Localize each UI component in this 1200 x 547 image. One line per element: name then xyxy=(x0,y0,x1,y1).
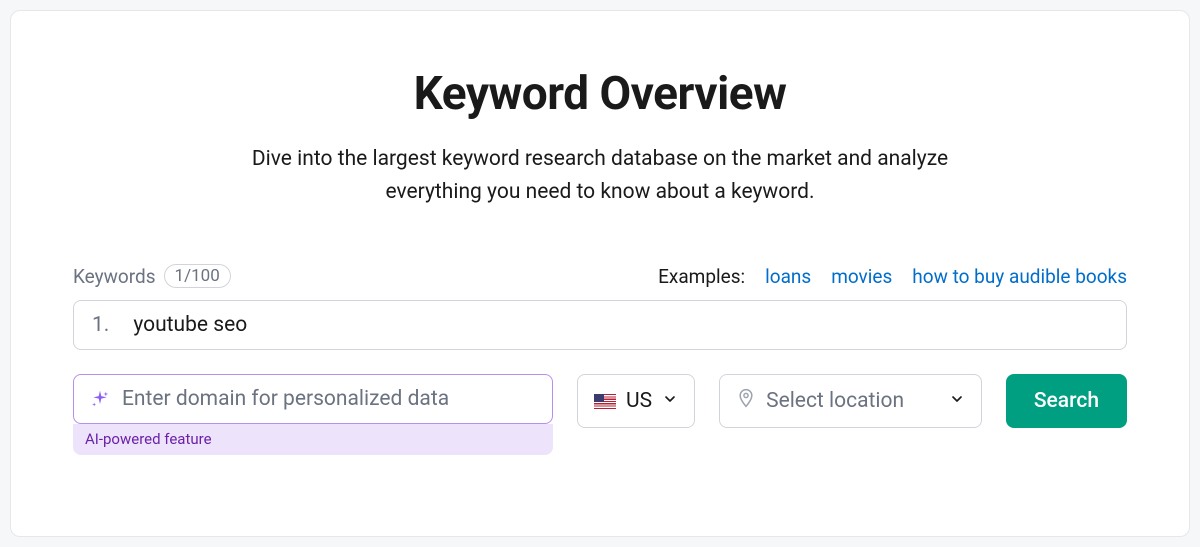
search-button[interactable]: Search xyxy=(1006,374,1127,428)
location-placeholder: Select location xyxy=(766,389,904,413)
domain-block: AI-powered feature xyxy=(73,374,553,455)
controls-row: AI-powered feature US Select location Se… xyxy=(73,374,1127,455)
us-flag-icon xyxy=(594,394,616,409)
ai-feature-caption: AI-powered feature xyxy=(73,424,553,455)
country-code: US xyxy=(626,389,652,413)
domain-input-wrap[interactable] xyxy=(73,374,553,424)
sparkle-icon xyxy=(90,389,110,409)
examples-wrap: Examples: loans movies how to buy audibl… xyxy=(658,265,1127,288)
location-select[interactable]: Select location xyxy=(719,374,982,428)
chevron-down-icon xyxy=(949,389,965,413)
location-pin-icon xyxy=(736,388,756,414)
example-link-movies[interactable]: movies xyxy=(831,265,892,288)
country-select[interactable]: US xyxy=(577,374,695,428)
page-title: Keyword Overview xyxy=(414,67,787,121)
example-link-loans[interactable]: loans xyxy=(765,265,811,288)
keyword-input[interactable] xyxy=(133,313,1108,337)
page-subtitle: Dive into the largest keyword research d… xyxy=(220,143,980,208)
example-link-audible[interactable]: how to buy audible books xyxy=(912,265,1127,288)
keyword-index: 1. xyxy=(92,313,109,337)
domain-input[interactable] xyxy=(122,387,536,411)
keyword-input-row[interactable]: 1. xyxy=(73,300,1127,350)
meta-row: Keywords 1/100 Examples: loans movies ho… xyxy=(73,264,1127,288)
chevron-down-icon xyxy=(662,389,678,413)
keywords-label-wrap: Keywords 1/100 xyxy=(73,264,231,288)
keyword-overview-card: Keyword Overview Dive into the largest k… xyxy=(10,10,1190,537)
examples-label: Examples: xyxy=(658,265,745,288)
keywords-count-pill: 1/100 xyxy=(164,264,231,288)
keywords-label: Keywords xyxy=(73,265,156,288)
